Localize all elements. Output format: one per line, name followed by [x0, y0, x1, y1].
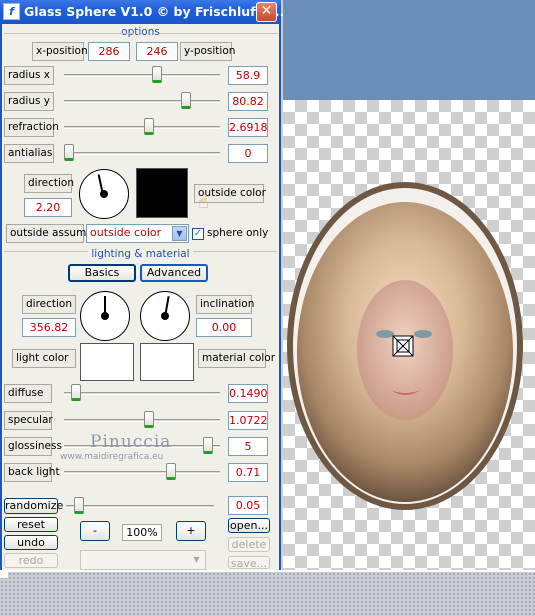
light-color-swatch[interactable] — [80, 343, 134, 381]
divider — [4, 33, 134, 34]
slider-thumb[interactable] — [64, 144, 74, 161]
window-title: Glass Sphere V1.0 © by Frischluft i... — [24, 4, 285, 19]
slider-label: antialias — [4, 144, 54, 163]
inclination-dial[interactable] — [140, 291, 190, 341]
glass-sphere-dialog: options x-position 286 246 y-position ra… — [0, 24, 281, 570]
y-position-field[interactable]: 246 — [136, 42, 178, 61]
slider-thumb[interactable] — [144, 118, 154, 135]
app-icon: f — [3, 3, 20, 20]
delete-button[interactable]: delete — [228, 537, 270, 552]
sphere-only-checkbox[interactable]: ✓ — [192, 228, 204, 240]
watermark-name: Pinuccia — [90, 432, 172, 452]
light-direction-label: direction — [22, 295, 76, 314]
slider-thumb[interactable] — [203, 437, 213, 454]
direction-label: direction — [24, 174, 74, 193]
dial-needle — [104, 296, 106, 317]
slider-label: refraction — [4, 118, 59, 137]
zoom-out-button[interactable]: - — [80, 521, 110, 541]
slider-label: radius y — [4, 92, 54, 111]
options-header: options — [121, 26, 160, 38]
slider-track[interactable] — [64, 144, 220, 161]
slider-value-field[interactable]: 80.82 — [228, 92, 268, 111]
slider-thumb[interactable] — [152, 66, 162, 83]
x-position-label: x-position — [32, 42, 88, 61]
randomize-field[interactable]: 0.05 — [228, 496, 268, 515]
redo-button[interactable]: redo — [4, 553, 58, 568]
slider-thumb[interactable] — [181, 92, 191, 109]
slider-thumb[interactable] — [74, 497, 84, 514]
slider-track[interactable] — [64, 92, 220, 109]
chevron-down-icon[interactable]: ▼ — [189, 552, 204, 568]
light-direction-field[interactable]: 356.82 — [22, 318, 76, 337]
dial-needle — [164, 296, 170, 318]
outside-assume-select[interactable]: outside color ▼ — [86, 224, 189, 243]
tab-basics[interactable]: Basics — [68, 264, 136, 282]
slider-track[interactable] — [64, 411, 220, 428]
desktop-strip — [0, 570, 535, 616]
material-color-swatch[interactable] — [140, 343, 194, 381]
outside-assume-value: outside color — [90, 226, 162, 239]
light-direction-dial[interactable] — [80, 291, 130, 341]
direction-dial[interactable] — [79, 169, 129, 219]
sphere-preview — [287, 182, 523, 510]
slider-value-field[interactable]: 0 — [228, 144, 268, 163]
slider-track[interactable] — [64, 118, 220, 135]
slider-label: diffuse — [4, 384, 52, 403]
outside-color-swatch[interactable] — [136, 168, 188, 218]
slider-track[interactable] — [64, 384, 220, 401]
sphere-only-label: sphere only — [207, 227, 269, 239]
reset-button[interactable]: reset — [4, 517, 58, 532]
slider-value-field[interactable]: 1.0722 — [228, 411, 268, 430]
zoom-in-button[interactable]: + — [176, 521, 206, 541]
slider-label: specular — [4, 411, 53, 430]
slider-track[interactable] — [64, 463, 220, 480]
outside-assume-label: outside assume — [6, 224, 93, 243]
randomize-slider[interactable] — [66, 497, 214, 514]
slider-label: glossiness — [4, 437, 62, 456]
light-color-label: light color — [12, 349, 76, 368]
material-color-label: material color — [198, 349, 275, 368]
zoom-level: 100% — [122, 524, 162, 541]
slider-thumb[interactable] — [144, 411, 154, 428]
save-button[interactable]: save... — [228, 556, 270, 570]
lighting-header: lighting & material — [2, 248, 279, 260]
x-position-field[interactable]: 286 — [88, 42, 130, 61]
close-button[interactable]: ✕ — [256, 2, 277, 22]
watermark-url: www.maidiregrafica.eu — [60, 452, 164, 462]
divider — [160, 33, 278, 34]
direction-field[interactable]: 2.20 — [24, 198, 72, 217]
corner-marker — [0, 572, 8, 578]
slider-value-field[interactable]: 5 — [228, 437, 268, 456]
open-button[interactable]: open... — [228, 518, 270, 533]
slider-label: radius x — [4, 66, 54, 85]
preview-canvas[interactable] — [283, 100, 535, 570]
hand-pointer-icon: ☝ — [198, 192, 209, 213]
y-position-label: y-position — [180, 42, 235, 61]
title-bar: f Glass Sphere V1.0 © by Frischluft i...… — [0, 0, 285, 24]
preset-select[interactable]: ▼ — [80, 550, 206, 570]
tab-advanced[interactable]: Advanced — [140, 264, 208, 282]
slider-track[interactable] — [64, 66, 220, 83]
slider-value-field[interactable]: 0.1490 — [228, 384, 268, 403]
slider-thumb[interactable] — [71, 384, 81, 401]
inclination-field[interactable]: 0.00 — [196, 318, 252, 337]
slider-value-field[interactable]: 0.71 — [228, 463, 268, 482]
slider-thumb[interactable] — [166, 463, 176, 480]
dial-needle — [97, 174, 104, 196]
slider-label: back light — [4, 463, 60, 482]
slider-value-field[interactable]: 2.6918 — [228, 118, 268, 137]
slider-value-field[interactable]: 58.9 — [228, 66, 268, 85]
chevron-down-icon[interactable]: ▼ — [172, 226, 187, 241]
randomize-button[interactable]: randomize — [4, 498, 63, 514]
inclination-label: inclination — [196, 295, 254, 314]
undo-button[interactable]: undo — [4, 535, 58, 550]
